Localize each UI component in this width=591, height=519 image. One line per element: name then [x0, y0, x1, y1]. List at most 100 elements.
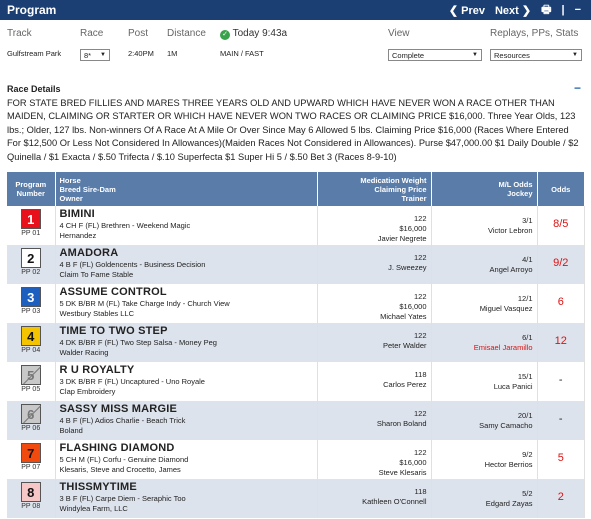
chevron-down-icon: ▼ — [472, 52, 478, 58]
live-odds: 5 — [537, 440, 585, 479]
mwc-cell: 118 Carlos Perez — [317, 362, 432, 401]
resources-value: Resources — [494, 50, 530, 60]
horse-name[interactable]: R U ROYALTY — [60, 364, 317, 376]
track-value: Gulfstream Park — [7, 49, 62, 58]
weight: 122 — [413, 253, 427, 262]
ml-odds: 20/1 — [517, 411, 533, 420]
chevron-down-icon: ▼ — [572, 52, 578, 58]
distance-label: Distance — [167, 28, 206, 39]
post-position: PP 02 — [21, 269, 41, 276]
weight: 122 — [413, 331, 427, 340]
table-row[interactable]: 1 PP 01 BIMINI 4 CH F (FL) Brethren - Weeke… — [7, 206, 585, 245]
jockey: Hector Berrios — [484, 460, 533, 469]
trainer: Javier Negrete — [377, 234, 427, 243]
table-row[interactable]: 3 PP 03 ASSUME CONTROL 5 DK B/BR M (FL) Tak… — [7, 284, 585, 323]
program-number: 1 — [27, 211, 35, 227]
post-position: PP 07 — [21, 464, 41, 471]
minimize-icon[interactable]: − — [575, 4, 581, 16]
program-cell: 3 PP 03 — [7, 284, 56, 323]
horse-owner: Hernandez — [59, 231, 97, 240]
horse-name[interactable]: TIME TO TWO STEP — [60, 325, 317, 337]
live-odds: - — [537, 401, 585, 440]
horse-name[interactable]: THISSMYTIME — [60, 481, 317, 493]
program-cell: 5PP 05 — [7, 362, 56, 401]
jockey: Luca Panici — [493, 382, 533, 391]
claiming-price: $16,000 — [399, 458, 427, 467]
race-details-text: FOR STATE BRED FILLIES AND MARES THREE Y… — [7, 98, 579, 162]
mwc-cell: 118 Kathleen O'Connell — [317, 479, 432, 518]
table-row[interactable]: 4 PP 04 TIME TO TWO STEP 4 DK B/BR F (FL) T… — [7, 323, 585, 362]
ml-odds: 4/1 — [522, 255, 533, 264]
program-cell: 7 PP 07 — [7, 440, 56, 479]
program-number: 8 — [27, 484, 35, 500]
resources-select[interactable]: Resources ▼ — [490, 49, 582, 61]
ml-cell: 5/2 Edgard Zayas — [431, 479, 538, 518]
claiming-price: $16,000 — [399, 224, 427, 233]
live-odds: 8/5 — [537, 206, 585, 245]
divider: | — [561, 4, 565, 16]
table-row[interactable]: 5PP 05R U ROYALTY3 DK B/BR F (FL) Uncapt… — [7, 362, 585, 401]
horse-name[interactable]: BIMINI — [60, 208, 317, 220]
horse-name[interactable]: SASSY MISS MARGIE — [60, 403, 317, 415]
ml-cell: 12/1 Miguel Vasquez — [431, 284, 538, 323]
horse-owner: Westbury Stables LLC — [59, 309, 134, 318]
table-row[interactable]: 8 PP 08 THISSMYTIME 3 B F (FL) Carpe Diem -… — [7, 479, 585, 518]
horse-name[interactable]: ASSUME CONTROL — [60, 286, 317, 298]
post-position: PP 08 — [21, 503, 41, 510]
ml-cell: 3/1 Victor Lebron — [431, 206, 538, 245]
printer-icon[interactable]: 🖶 — [541, 1, 551, 20]
trainer: Sharon Boland — [376, 419, 427, 428]
race-details-title: Race Details — [7, 84, 61, 94]
chevron-down-icon: ▼ — [100, 52, 106, 58]
collapse-icon[interactable]: − — [574, 81, 581, 95]
weight: 122 — [413, 292, 427, 301]
view-value: Complete — [392, 50, 425, 60]
status-time: Today 9:43a — [232, 28, 288, 39]
race-value: 8* — [84, 50, 92, 60]
horse-cell: TIME TO TWO STEP 4 DK B/BR F (FL) Two Ste… — [55, 323, 318, 362]
table-row[interactable]: 6PP 06SASSY MISS MARGIE4 B F (FL) Adios … — [7, 401, 585, 440]
horse-name[interactable]: AMADORA — [60, 247, 317, 259]
program-number-badge: 5 — [20, 365, 41, 385]
post-position: PP 04 — [21, 347, 41, 354]
status: ✓ Today 9:43a — [220, 28, 287, 40]
horse-cell: R U ROYALTY 3 DK B/BR F (FL) Uncaptured -… — [55, 362, 318, 401]
trainer: Michael Yates — [380, 312, 427, 321]
view-select[interactable]: Complete ▼ — [388, 49, 482, 61]
horse-name[interactable]: FLASHING DIAMOND — [60, 442, 317, 454]
table-row[interactable]: 7 PP 07 FLASHING DIAMOND 5 CH M (FL) Corfu … — [7, 440, 585, 479]
jockey: Samy Camacho — [479, 421, 533, 430]
trainer: Steve Klesaris — [378, 468, 427, 477]
post-position: PP 03 — [21, 308, 41, 315]
ml-cell: 20/1 Samy Camacho — [431, 401, 538, 440]
horse-breed: 4 CH F (FL) Brethren - Weekend Magic — [59, 221, 191, 230]
view-label: View — [388, 28, 410, 39]
horse-breed: 5 CH M (FL) Corfu - Genuine Diamond — [59, 455, 189, 464]
prev-button[interactable]: ❮ Prev — [449, 4, 485, 17]
race-select[interactable]: 8* ▼ — [80, 49, 110, 61]
live-odds: 2 — [537, 479, 585, 518]
horse-owner: Walder Racing — [59, 348, 109, 357]
horse-breed: 3 B F (FL) Carpe Diem - Seraphic Too — [59, 494, 186, 503]
horse-owner: Boland — [59, 426, 83, 435]
trainer: Carlos Perez — [383, 380, 427, 389]
table-row[interactable]: 2 PP 02 AMADORA 4 B F (FL) Goldencents - Bu… — [7, 245, 585, 284]
program-cell: 8 PP 08 — [7, 479, 56, 518]
post-position: PP 05 — [21, 386, 41, 393]
trainer: J. Sweezey — [388, 263, 427, 272]
live-odds: 9/2 — [537, 245, 585, 284]
weight: 122 — [413, 214, 427, 223]
program-number-badge: 4 — [20, 326, 41, 346]
program-number-badge: 7 — [20, 443, 41, 463]
jockey: Angel Arroyo — [489, 265, 533, 274]
next-button[interactable]: Next ❯ — [495, 4, 531, 17]
horse-breed: 3 DK B/BR F (FL) Uncaptured - Uno Royale — [59, 377, 205, 386]
trainer: Peter Walder — [383, 341, 427, 350]
horse-owner: Clap Embroidery — [59, 387, 116, 396]
mwc-cell: 122 Sharon Boland — [317, 401, 432, 440]
program-cell: 2 PP 02 — [7, 245, 56, 284]
ml-cell: 4/1 Angel Arroyo — [431, 245, 538, 284]
jockey: Emisael Jaramillo — [473, 343, 533, 352]
program-number-badge: 2 — [20, 248, 41, 268]
horse-cell: THISSMYTIME 3 B F (FL) Carpe Diem - Serap… — [55, 479, 318, 518]
